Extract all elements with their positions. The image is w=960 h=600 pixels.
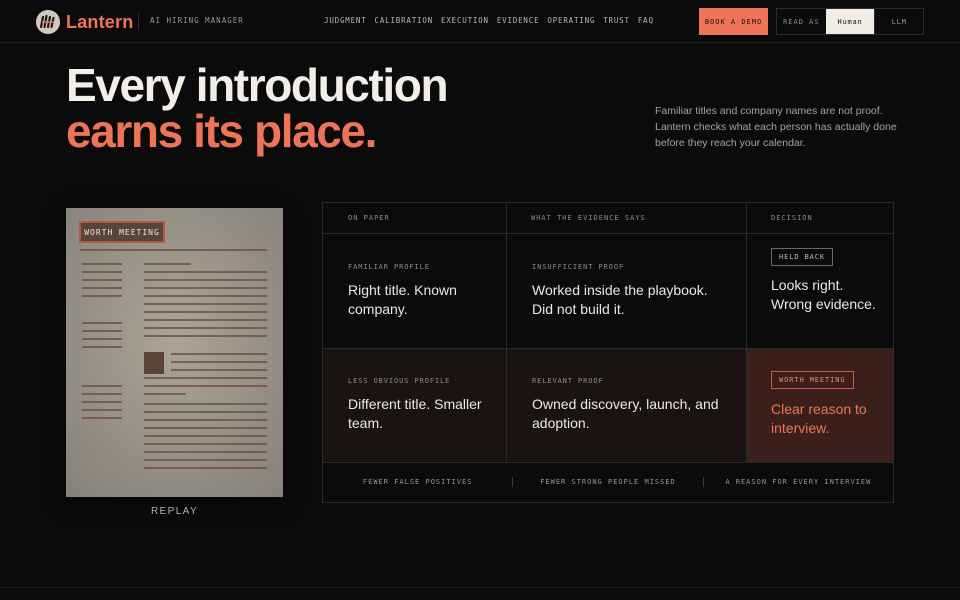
hero-title-line-1: Every introduction bbox=[66, 59, 449, 111]
footer-benefit: FEWER STRONG PEOPLE MISSED bbox=[540, 478, 676, 486]
brand-name: Lantern bbox=[66, 11, 134, 32]
section-divider bbox=[0, 587, 960, 588]
nav-item-trust[interactable]: TRUST bbox=[603, 16, 630, 25]
nav-item-execution[interactable]: EXECUTION bbox=[441, 16, 489, 25]
footer-benefit: FEWER FALSE POSITIVES bbox=[362, 478, 473, 486]
main-nav: JUDGMENT CALIBRATION EXECUTION EVIDENCE … bbox=[324, 16, 654, 25]
hero-title-line-2: earns its place. bbox=[66, 105, 377, 157]
row-1-paper-kicker: FAMILIAR PROFILE bbox=[348, 263, 430, 271]
row-1-evidence-text: Worked inside the playbook. Did not buil… bbox=[532, 282, 708, 317]
read-as-llm-option[interactable]: LLM bbox=[874, 9, 923, 34]
row-divider bbox=[323, 348, 893, 349]
resume-illustration: WORTH MEETING bbox=[66, 208, 283, 497]
row-1-paper-text: Right title. Known company. bbox=[348, 282, 457, 317]
footer-benefit: A REASON FOR EVERY INTERVIEW bbox=[725, 478, 872, 486]
row-2-evidence-text: Owned discovery, launch, and adoption. bbox=[532, 396, 719, 431]
held-back-badge: HELD BACK bbox=[771, 248, 834, 266]
brand-tagline: AI HIRING MANAGER bbox=[150, 16, 244, 25]
table-footer: FEWER FALSE POSITIVES FEWER STRONG PEOPL… bbox=[323, 462, 893, 502]
hero-description: Familiar titles and company names are no… bbox=[655, 105, 897, 149]
evidence-comparison-table: ON PAPER WHAT THE EVIDENCE SAYS DECISION… bbox=[322, 202, 894, 503]
row-1-decision-text: Looks right. Wrong evidence. bbox=[771, 277, 876, 312]
site-header: Lantern AI HIRING MANAGER JUDGMENT CALIB… bbox=[0, 0, 960, 43]
worth-meeting-badge: WORTH MEETING bbox=[771, 371, 854, 389]
column-header-evidence: WHAT THE EVIDENCE SAYS bbox=[506, 203, 746, 234]
nav-item-operating[interactable]: OPERATING bbox=[547, 16, 595, 25]
column-header-decision: DECISION bbox=[746, 203, 893, 234]
resume-worth-meeting-badge: WORTH MEETING bbox=[79, 221, 165, 243]
nav-item-faq[interactable]: FAQ bbox=[638, 16, 654, 25]
read-as-label: READ AS bbox=[783, 17, 820, 26]
column-divider bbox=[746, 203, 747, 462]
row-1-evidence-kicker: INSUFFICIENT PROOF bbox=[532, 263, 625, 271]
brand-logo-link[interactable]: Lantern bbox=[36, 10, 133, 34]
header-divider bbox=[138, 13, 139, 30]
book-demo-button[interactable]: BOOK A DEMO bbox=[699, 8, 768, 35]
lantern-logo-icon bbox=[36, 10, 60, 34]
column-divider bbox=[506, 203, 507, 462]
row-2-paper-text: Different title. Smaller team. bbox=[348, 396, 482, 431]
nav-item-calibration[interactable]: CALIBRATION bbox=[375, 16, 433, 25]
resume-document-graphic bbox=[66, 208, 283, 497]
replay-button[interactable]: REPLAY bbox=[66, 504, 283, 518]
row-2-paper-kicker: LESS OBVIOUS PROFILE bbox=[348, 377, 451, 385]
row-2-decision-text: Clear reason to interview. bbox=[771, 401, 867, 436]
nav-item-judgment[interactable]: JUDGMENT bbox=[324, 16, 367, 25]
column-header-on-paper: ON PAPER bbox=[323, 203, 506, 234]
read-as-human-option[interactable]: Human bbox=[825, 9, 875, 34]
nav-item-evidence[interactable]: EVIDENCE bbox=[497, 16, 540, 25]
row-2-evidence-kicker: RELEVANT PROOF bbox=[532, 377, 604, 385]
read-as-toggle: READ AS Human LLM bbox=[776, 8, 924, 35]
